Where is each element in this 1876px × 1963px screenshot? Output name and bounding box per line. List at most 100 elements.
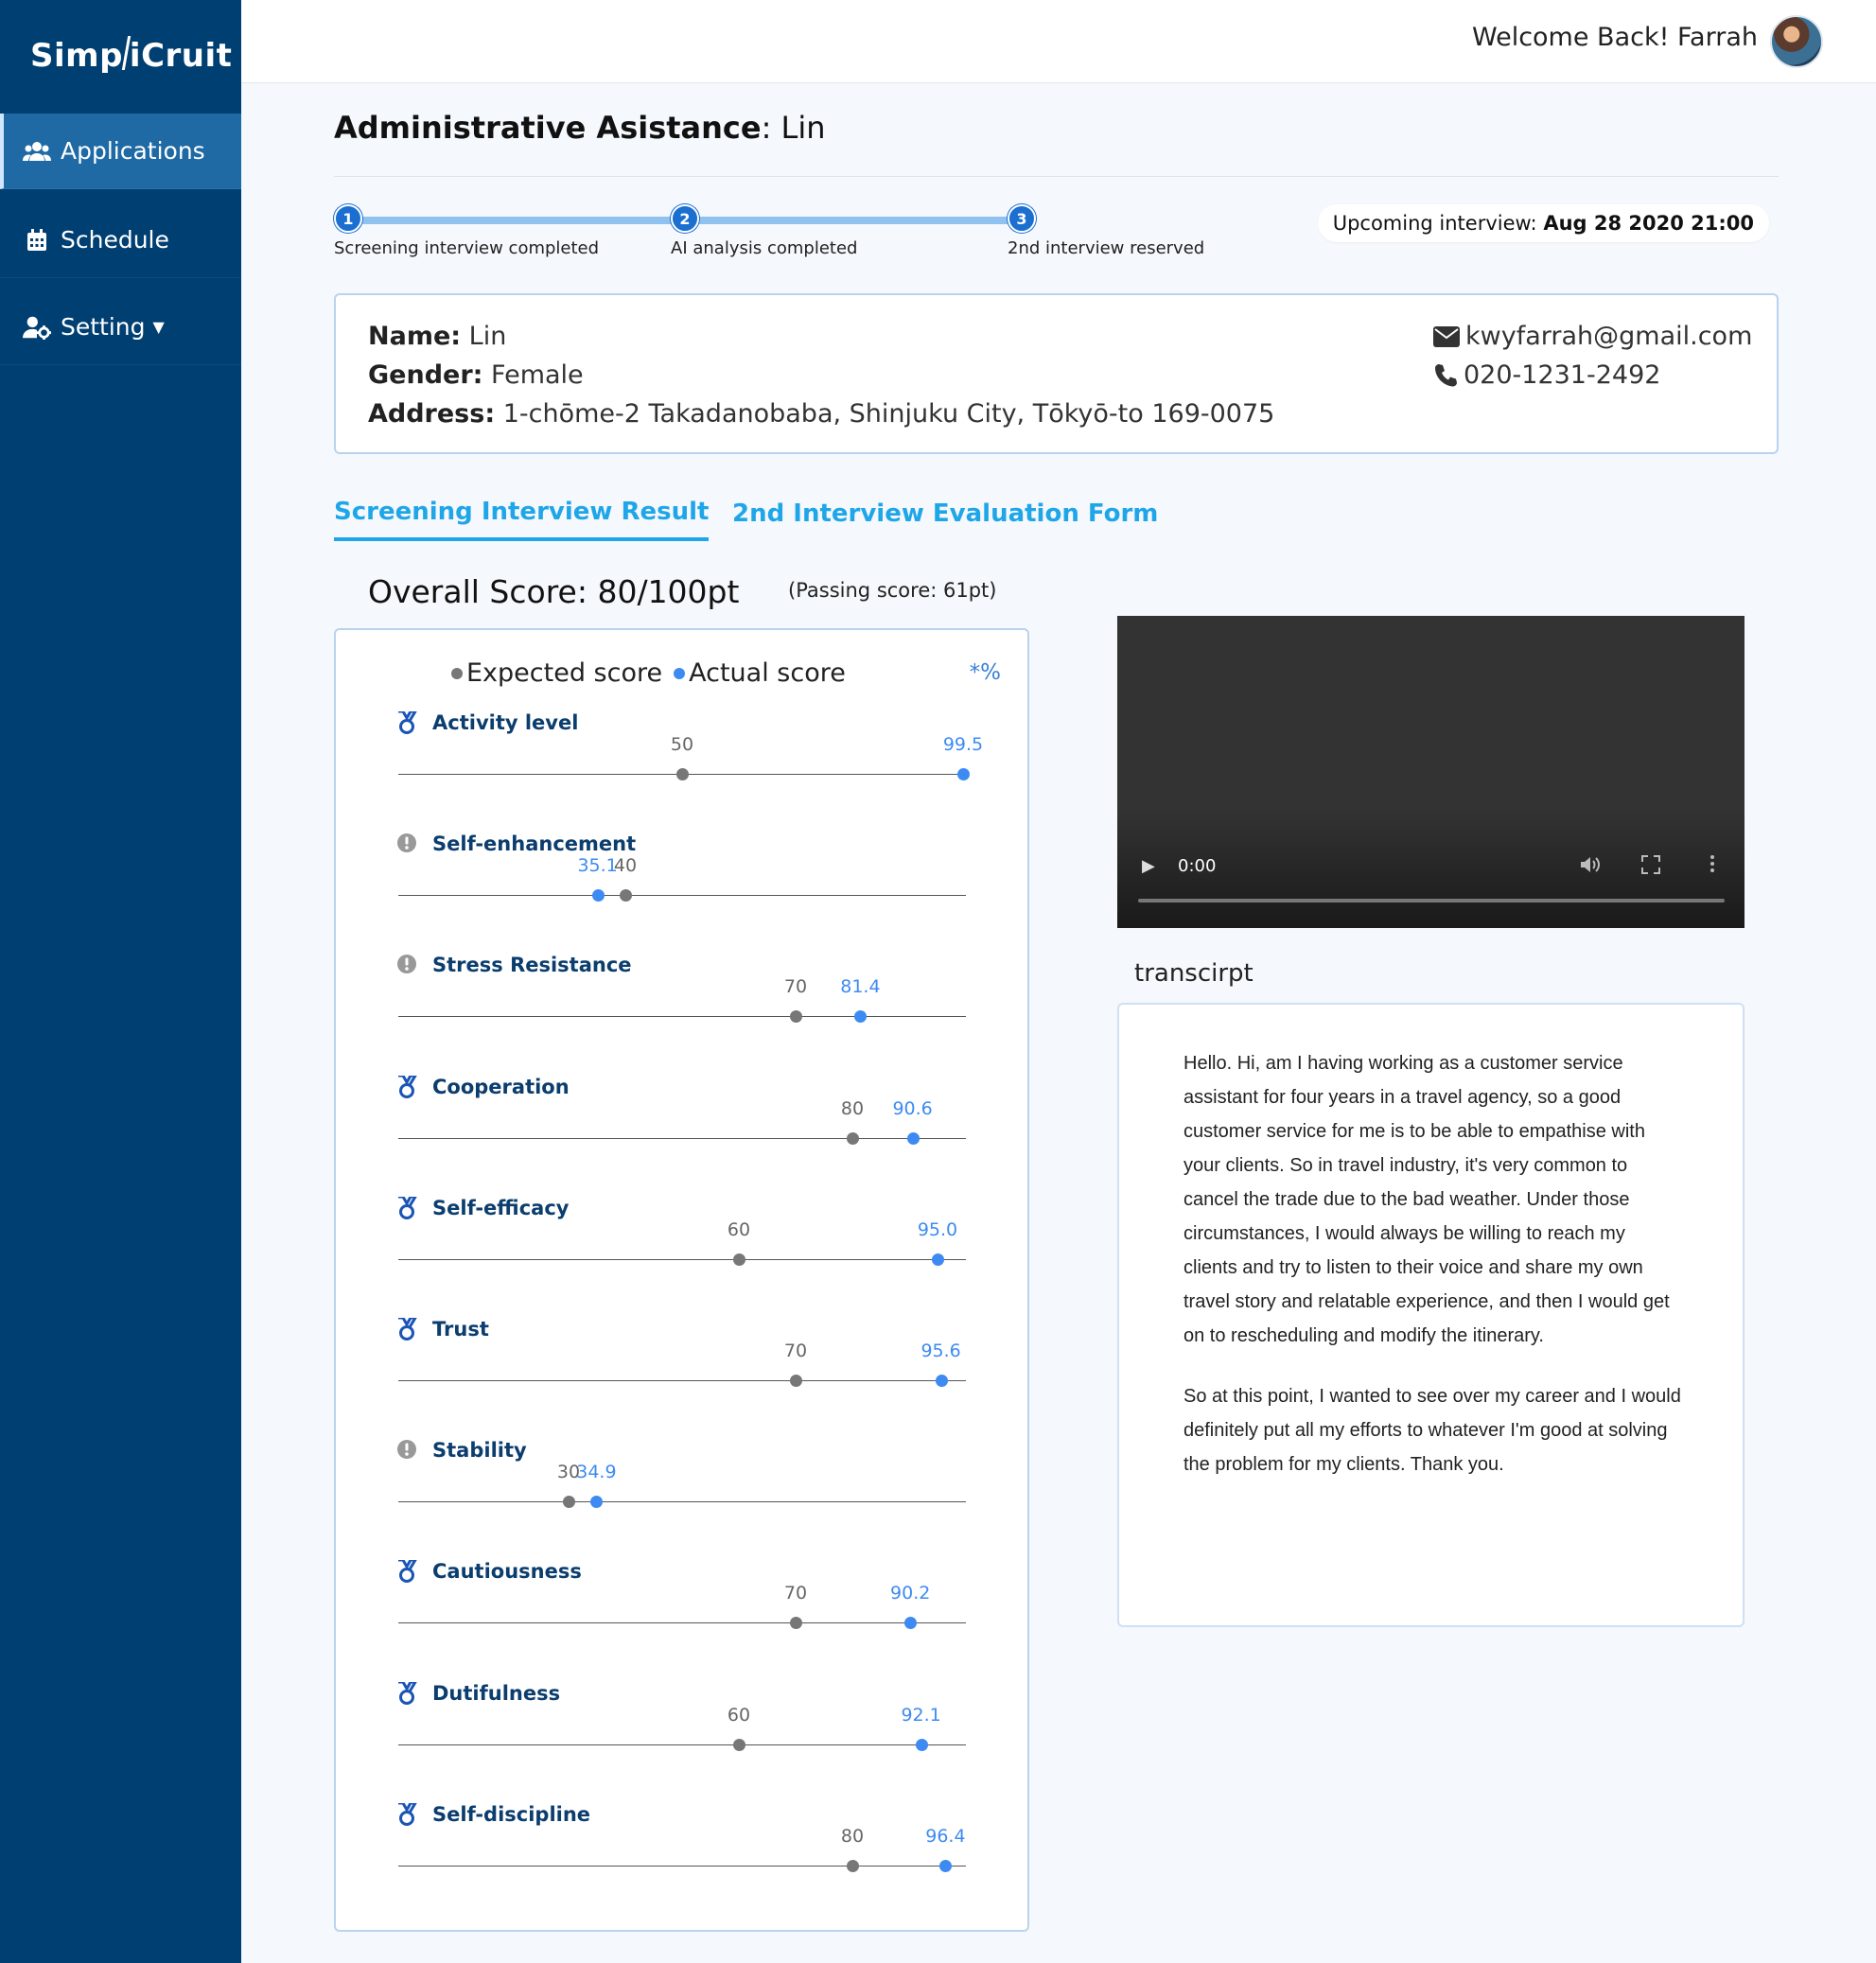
app-logo[interactable]: Simp iCruit xyxy=(30,36,232,75)
actual-score-dot xyxy=(854,1010,868,1024)
step-number: 2 xyxy=(671,204,699,233)
overall-score: Overall Score: 80/100pt xyxy=(368,573,740,610)
expected-score-label: 60 xyxy=(727,1704,751,1726)
play-icon[interactable]: ▶ xyxy=(1142,856,1155,876)
actual-score-dot xyxy=(932,1253,944,1266)
trait-row: Self-enhancement 40 35.1 xyxy=(336,833,1031,954)
fullscreen-icon[interactable] xyxy=(1641,855,1660,879)
step-number: 1 xyxy=(334,204,362,233)
step-2: 2 AI analysis completed xyxy=(671,204,857,258)
expected-score-dot xyxy=(563,1496,575,1509)
sidebar-item-schedule[interactable]: Schedule xyxy=(0,202,241,278)
trait-name: Cautiousness xyxy=(432,1560,582,1584)
actual-score-label: 90.6 xyxy=(892,1097,933,1119)
sidebar: Simp iCruit Applications Schedule Setting… xyxy=(0,0,241,1963)
expected-score-label: 70 xyxy=(783,1583,808,1604)
trait-name: Self-efficacy xyxy=(432,1196,570,1219)
medal-icon xyxy=(396,1316,418,1341)
actual-score-label: 95.0 xyxy=(917,1218,958,1240)
transcript-box: Hello. Hi, am I having working as a cust… xyxy=(1117,1003,1745,1627)
step-3: 3 2nd interview reserved xyxy=(1008,204,1204,258)
alert-icon xyxy=(396,1439,417,1462)
expected-score-dot xyxy=(790,1617,802,1630)
sidebar-item-label: Setting xyxy=(61,313,146,341)
users-icon xyxy=(23,137,51,166)
tab-screening-result[interactable]: Screening Interview Result xyxy=(334,498,710,541)
video-player[interactable]: ▶ 0:00 xyxy=(1117,616,1745,928)
trait-axis-line xyxy=(398,1501,966,1503)
step-label: AI analysis completed xyxy=(671,238,858,258)
trait-axis-line xyxy=(398,1016,966,1018)
expected-score-label: 60 xyxy=(727,1218,751,1240)
actual-score-dot xyxy=(939,1859,953,1872)
trait-name: Activity level xyxy=(432,711,579,734)
more-options-icon[interactable] xyxy=(1709,854,1715,878)
expected-score-label: 70 xyxy=(783,976,808,998)
step-label: 2nd interview reserved xyxy=(1008,238,1205,258)
trait-name: Trust xyxy=(432,1318,489,1341)
unit-label: *% xyxy=(969,660,1001,685)
candidate-email[interactable]: kwyfarrah@gmail.com xyxy=(1433,322,1752,351)
chart-legend: Expected score Actual score xyxy=(451,658,846,688)
actual-score-dot xyxy=(591,889,605,903)
actual-score-dot xyxy=(590,1496,604,1509)
trait-axis-line xyxy=(398,1744,966,1745)
video-progress-bar[interactable] xyxy=(1138,899,1725,903)
actual-score-label: 95.6 xyxy=(920,1341,961,1361)
trait-name: Stress Resistance xyxy=(432,954,632,977)
trait-axis-line xyxy=(398,1380,966,1381)
video-time: 0:00 xyxy=(1178,856,1217,876)
candidate-gender: Gender: Female xyxy=(368,360,584,390)
transcript-paragraph: So at this point, I wanted to see over m… xyxy=(1183,1386,1681,1475)
step-number: 3 xyxy=(1008,204,1036,233)
trait-name: Cooperation xyxy=(432,1075,570,1098)
expected-score-dot xyxy=(790,1010,802,1024)
expected-score-label: 80 xyxy=(840,1097,865,1119)
transcript-title: transcirpt xyxy=(1134,959,1254,988)
trait-row: Self-discipline 80 96.4 xyxy=(336,1801,1031,1924)
actual-score-label: 34.9 xyxy=(576,1462,617,1483)
step-label: Screening interview completed xyxy=(334,238,600,258)
medal-icon xyxy=(396,1801,418,1826)
sidebar-item-applications[interactable]: Applications xyxy=(0,114,241,189)
legend-expected-marker xyxy=(451,667,463,679)
trait-row: Stability 30 34.9 xyxy=(336,1439,1031,1560)
volume-icon[interactable] xyxy=(1579,855,1602,879)
legend-expected-label: Expected score xyxy=(466,658,663,688)
trait-axis-line xyxy=(398,1258,966,1260)
trait-row: Stress Resistance 70 81.4 xyxy=(336,954,1031,1075)
expected-score-dot xyxy=(733,1253,745,1266)
user-gear-icon xyxy=(23,313,51,342)
actual-score-label: 99.5 xyxy=(942,734,984,755)
medal-icon xyxy=(396,710,418,734)
avatar[interactable] xyxy=(1770,15,1823,68)
actual-score-label: 92.1 xyxy=(901,1704,941,1726)
upcoming-interview-badge: Upcoming interview: Aug 28 2020 21:00 xyxy=(1317,204,1769,242)
medal-icon xyxy=(396,1558,418,1584)
trait-row: Dutifulness 60 92.1 xyxy=(336,1680,1031,1803)
trait-row: Cautiousness 70 90.2 xyxy=(336,1558,1031,1681)
medal-icon xyxy=(396,1074,418,1098)
trait-axis-line xyxy=(398,895,966,897)
sidebar-item-setting[interactable]: Setting ▼ xyxy=(0,289,241,365)
expected-score-dot xyxy=(676,768,689,780)
trait-name: Dutifulness xyxy=(432,1681,561,1705)
alert-icon xyxy=(396,954,417,976)
caret-down-icon: ▼ xyxy=(152,318,165,336)
trait-axis-line xyxy=(398,1622,966,1624)
expected-score-dot xyxy=(620,889,632,903)
sidebar-item-label: Applications xyxy=(61,137,205,165)
trait-name: Stability xyxy=(432,1439,527,1463)
top-bar: Welcome Back! Farrah xyxy=(241,0,1876,83)
medal-icon xyxy=(396,1680,418,1705)
expected-score-dot xyxy=(790,1375,802,1387)
score-chart-card: Expected score Actual score *% Activity … xyxy=(334,628,1029,1932)
actual-score-label: 81.4 xyxy=(840,976,881,998)
actual-score-dot xyxy=(957,768,970,780)
trait-row: Activity level 50 99.5 xyxy=(336,710,1031,833)
candidate-phone[interactable]: 020-1231-2492 xyxy=(1433,360,1660,390)
passing-score: (Passing score: 61pt) xyxy=(788,579,997,602)
expected-score-dot xyxy=(733,1738,745,1751)
actual-score-label: 96.4 xyxy=(925,1825,966,1847)
tab-second-interview-form[interactable]: 2nd Interview Evaluation Form xyxy=(732,500,1158,539)
